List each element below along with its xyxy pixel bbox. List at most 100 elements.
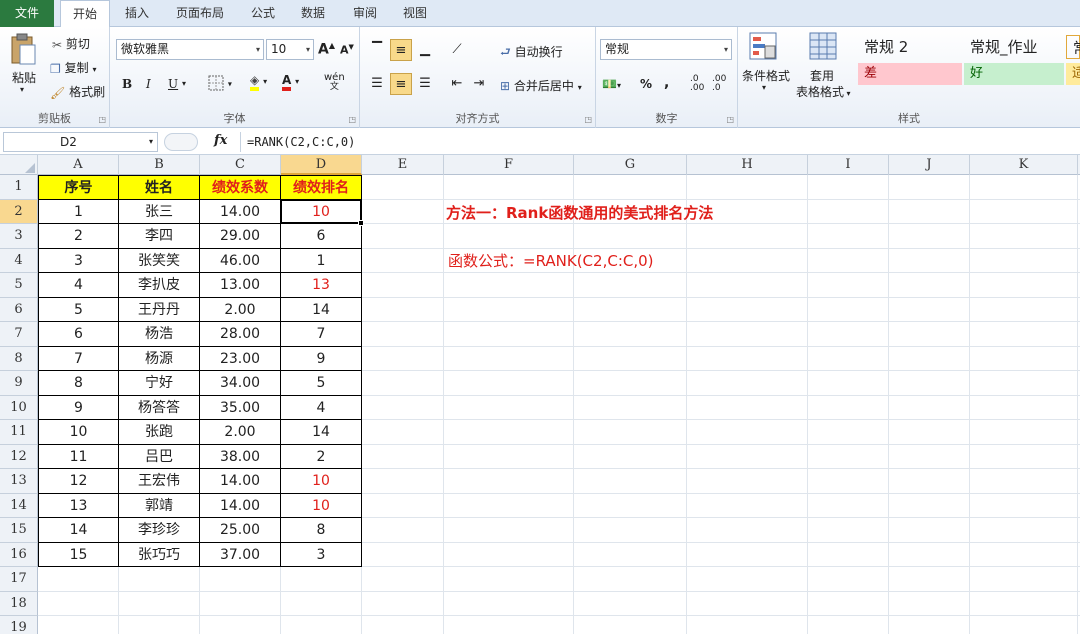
fill-handle[interactable] — [358, 220, 364, 226]
row-header-14[interactable]: 14 — [0, 493, 38, 518]
row-header-10[interactable]: 10 — [0, 395, 38, 420]
header-cell-index[interactable]: 序号 — [38, 175, 119, 200]
cell-coefficient[interactable]: 14.00 — [200, 493, 281, 518]
cell-coefficient[interactable]: 38.00 — [200, 444, 281, 469]
row-header-3[interactable]: 3 — [0, 224, 38, 249]
cell-name[interactable]: 李珍珍 — [119, 518, 200, 543]
align-bottom-button[interactable]: ▁ — [414, 39, 436, 61]
cell-rank[interactable]: 10 — [281, 493, 362, 518]
insert-function-icon[interactable]: fx — [214, 133, 227, 148]
column-header-f[interactable]: F — [444, 155, 574, 175]
cell-rank[interactable]: 4 — [281, 395, 362, 420]
cell-index[interactable]: 2 — [38, 224, 119, 249]
cell-style-partial[interactable]: 常 — [1066, 35, 1080, 59]
column-header-c[interactable]: C — [200, 155, 281, 175]
increase-decimal-button[interactable]: .0 .00 — [690, 75, 704, 93]
tab-formulas[interactable]: 公式 — [248, 0, 278, 27]
cell-index[interactable]: 11 — [38, 444, 119, 469]
column-header-g[interactable]: G — [574, 155, 687, 175]
cell-rank[interactable]: 7 — [281, 322, 362, 347]
cell-name[interactable]: 杨浩 — [119, 322, 200, 347]
orientation-button[interactable]: ⟋ — [446, 39, 468, 61]
cell-coefficient[interactable]: 46.00 — [200, 248, 281, 273]
formula-input[interactable]: =RANK(C2,C:C,0) — [240, 132, 1078, 152]
header-cell-name[interactable]: 姓名 — [119, 175, 200, 200]
column-header-e[interactable]: E — [362, 155, 444, 175]
cell-index[interactable]: 3 — [38, 248, 119, 273]
row-header-16[interactable]: 16 — [0, 542, 38, 567]
row-header-6[interactable]: 6 — [0, 297, 38, 322]
row-header-17[interactable]: 17 — [0, 567, 38, 592]
cell-style-bad[interactable]: 差 — [858, 63, 962, 85]
cell-coefficient[interactable]: 25.00 — [200, 518, 281, 543]
number-launcher-icon[interactable]: ◳ — [726, 115, 734, 124]
cell-rank[interactable]: 13 — [281, 273, 362, 298]
cell-coefficient[interactable]: 37.00 — [200, 542, 281, 567]
cell-index[interactable]: 6 — [38, 322, 119, 347]
cell-rank[interactable]: 14 — [281, 420, 362, 445]
cut-button[interactable]: ✂ 剪切 — [52, 35, 90, 52]
header-cell-coefficient[interactable]: 绩效系数 — [200, 175, 281, 200]
number-format-select[interactable]: 常规 ▾ — [600, 39, 732, 60]
cell-index[interactable]: 8 — [38, 371, 119, 396]
align-middle-button[interactable]: ≡ — [390, 39, 412, 61]
cell-name[interactable]: 李扒皮 — [119, 273, 200, 298]
row-header-4[interactable]: 4 — [0, 248, 38, 273]
cell-rank[interactable]: 10 — [281, 469, 362, 494]
cell-name[interactable]: 杨源 — [119, 346, 200, 371]
merge-center-button[interactable]: ⊞ 合并后居中 ▾ — [500, 77, 582, 94]
row-header-11[interactable]: 11 — [0, 420, 38, 445]
fill-color-button[interactable]: ◈ ▾ — [250, 73, 267, 91]
cell-rank[interactable]: 9 — [281, 346, 362, 371]
wrap-text-button[interactable]: ⮐ 自动换行 — [500, 43, 563, 64]
comma-button[interactable]: , — [664, 75, 669, 91]
paste-dropdown-icon[interactable]: ▾ — [20, 85, 24, 94]
border-button[interactable]: ▾ — [208, 75, 232, 91]
align-top-button[interactable]: ▔ — [366, 39, 388, 61]
format-as-table-button[interactable] — [808, 31, 838, 61]
row-header-1[interactable]: 1 — [0, 175, 38, 200]
cell-name[interactable]: 张笑笑 — [119, 248, 200, 273]
grow-font-button[interactable]: A▲ — [318, 41, 335, 58]
cell-index[interactable]: 15 — [38, 542, 119, 567]
cell-style-neutral[interactable]: 适 — [1066, 63, 1080, 85]
cell-name[interactable]: 王丹丹 — [119, 297, 200, 322]
cell-style-good[interactable]: 好 — [964, 63, 1064, 85]
bold-button[interactable]: B — [122, 77, 132, 91]
cell-coefficient[interactable]: 29.00 — [200, 224, 281, 249]
cell-coefficient[interactable]: 2.00 — [200, 297, 281, 322]
tab-page-layout[interactable]: 页面布局 — [172, 0, 228, 27]
cell-index[interactable]: 9 — [38, 395, 119, 420]
cell-rank[interactable]: 2 — [281, 444, 362, 469]
cell-coefficient[interactable]: 13.00 — [200, 273, 281, 298]
cell-rank[interactable]: 3 — [281, 542, 362, 567]
row-header-12[interactable]: 12 — [0, 444, 38, 469]
cell-name[interactable]: 张巧巧 — [119, 542, 200, 567]
cell-index[interactable]: 1 — [38, 199, 119, 224]
cell-index[interactable]: 5 — [38, 297, 119, 322]
column-header-j[interactable]: J — [889, 155, 970, 175]
tab-home[interactable]: 开始 — [60, 0, 110, 28]
worksheet-grid[interactable]: 序号 姓名 绩效系数 绩效排名 1 张三 14.00 10 2 李四 29.00 6 3 张笑笑 46.00… — [38, 175, 1080, 634]
cell-index[interactable]: 4 — [38, 273, 119, 298]
cell-coefficient[interactable]: 35.00 — [200, 395, 281, 420]
cell-index[interactable]: 13 — [38, 493, 119, 518]
cell-coefficient[interactable]: 14.00 — [200, 469, 281, 494]
cell-index[interactable]: 14 — [38, 518, 119, 543]
font-color-button[interactable]: A ▾ — [282, 73, 299, 91]
cell-name[interactable]: 张跑 — [119, 420, 200, 445]
italic-button[interactable]: I — [146, 77, 151, 91]
cell-coefficient[interactable]: 34.00 — [200, 371, 281, 396]
row-header-5[interactable]: 5 — [0, 273, 38, 298]
cell-rank[interactable]: 1 — [281, 248, 362, 273]
align-right-button[interactable]: ☰ — [414, 73, 436, 95]
row-header-2[interactable]: 2 — [0, 199, 38, 224]
column-header-k[interactable]: K — [970, 155, 1078, 175]
decrease-indent-button[interactable]: ⇤ — [446, 73, 468, 95]
cell-rank[interactable]: 14 — [281, 297, 362, 322]
copy-button[interactable]: ❐ 复制 ▾ — [50, 59, 96, 76]
cell-rank[interactable]: 8 — [281, 518, 362, 543]
align-left-button[interactable]: ☰ — [366, 73, 388, 95]
percent-button[interactable]: % — [640, 77, 652, 91]
row-header-7[interactable]: 7 — [0, 322, 38, 347]
